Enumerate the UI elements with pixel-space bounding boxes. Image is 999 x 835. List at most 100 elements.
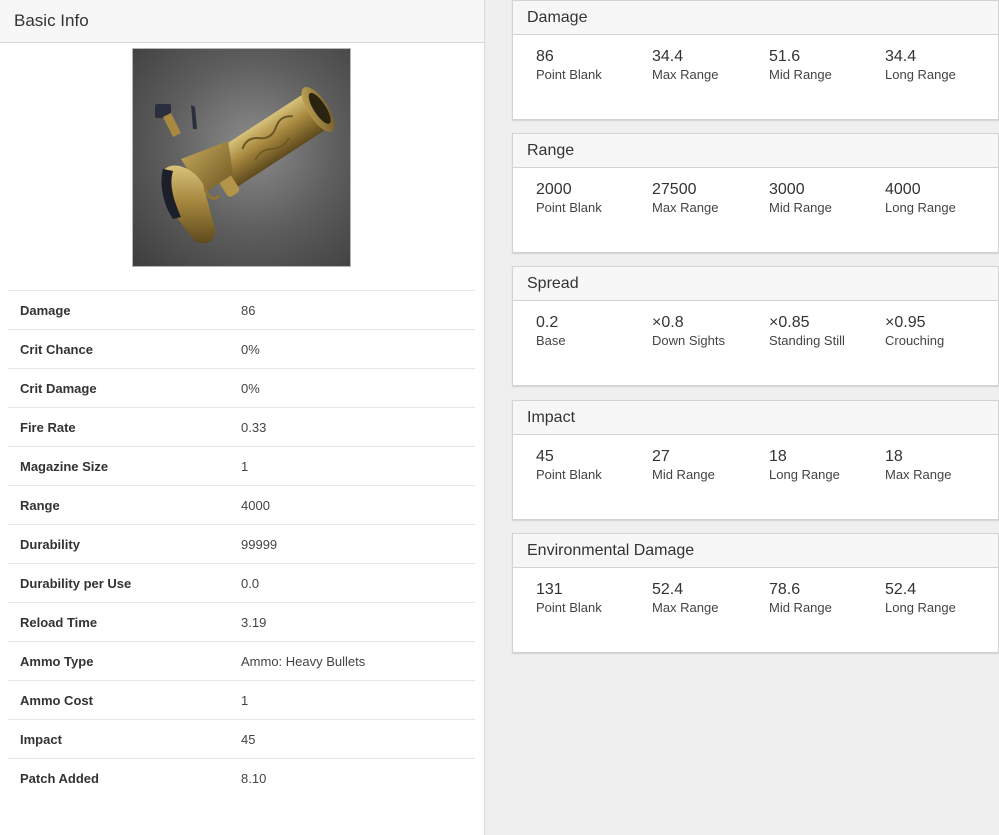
stat-label: Range xyxy=(8,485,241,525)
card-stat-label: Max Range xyxy=(652,600,719,615)
card-stat-value: 4000 xyxy=(885,181,921,198)
stat-label: Durability per Use xyxy=(8,563,241,603)
stat-row: Crit Chance 0% xyxy=(8,329,475,369)
card-stat: 3000 Mid Range xyxy=(769,180,884,216)
stat-row: Impact 45 xyxy=(8,719,475,759)
card-body: 86 Point Blank 34.4 Max Range 51.6 Mid Range 3… xyxy=(513,35,998,119)
stat-row: Damage 86 xyxy=(8,290,475,330)
card-stat-value: 27 xyxy=(652,448,670,465)
stat-value: 0.33 xyxy=(241,407,475,447)
card-stat-label: Long Range xyxy=(885,600,956,615)
card-stat: 34.4 Long Range xyxy=(885,47,999,83)
stat-value: 0.0 xyxy=(241,563,475,603)
card-stat: ×0.95 Crouching xyxy=(885,313,999,349)
card-stat-value: 18 xyxy=(885,448,903,465)
stat-row: Ammo Type Ammo: Heavy Bullets xyxy=(8,641,475,681)
stat-label: Ammo Type xyxy=(8,641,241,681)
card-body: 45 Point Blank 27 Mid Range 18 Long Range 18 Ma… xyxy=(513,435,998,519)
card-stat-label: Standing Still xyxy=(769,333,845,348)
stat-label: Fire Rate xyxy=(8,407,241,447)
card-stat: 52.4 Max Range xyxy=(652,580,767,616)
card-stat-value: 2000 xyxy=(536,181,572,198)
stat-label: Magazine Size xyxy=(8,446,241,486)
stat-label: Damage xyxy=(8,290,241,330)
card-stat-value: 51.6 xyxy=(769,48,801,65)
stat-row: Durability 99999 xyxy=(8,524,475,564)
card-stat-label: Mid Range xyxy=(769,600,832,615)
card-stat-label: Crouching xyxy=(885,333,945,348)
card-stat-value: 27500 xyxy=(652,181,697,198)
card-stat-value: ×0.85 xyxy=(769,314,810,331)
card-stat-label: Down Sights xyxy=(652,333,725,348)
card-stat: 0.2 Base xyxy=(536,313,651,349)
stat-row: Ammo Cost 1 xyxy=(8,680,475,720)
card-stat-value: 86 xyxy=(536,48,554,65)
stat-label: Durability xyxy=(8,524,241,564)
card-title: Damage xyxy=(527,8,588,26)
basic-stats-table: Damage 86 Crit Chance 0% Crit Damage 0% Fire R… xyxy=(8,290,475,797)
card-stat: 27500 Max Range xyxy=(652,180,767,216)
card-stat: 18 Max Range xyxy=(885,447,999,483)
stat-value: 1 xyxy=(241,446,475,486)
card-stat: 78.6 Mid Range xyxy=(769,580,884,616)
card-stat-value: 52.4 xyxy=(885,581,917,598)
impact-card: Impact 45 Point Blank 27 Mid Range 18 Long Ran… xyxy=(512,400,999,520)
basic-info-panel: Basic Info Damage 86 Crit Chance 0% Crit… xyxy=(0,0,485,835)
weapon-image xyxy=(132,48,351,267)
stat-label: Patch Added xyxy=(8,758,241,797)
card-stat-label: Point Blank xyxy=(536,600,602,615)
card-stat-value: 45 xyxy=(536,448,554,465)
card-stat-value: ×0.8 xyxy=(652,314,684,331)
card-stat-value: 52.4 xyxy=(652,581,684,598)
card-title: Impact xyxy=(527,408,576,426)
stat-label: Ammo Cost xyxy=(8,680,241,720)
stat-value: 99999 xyxy=(241,524,475,564)
card-stat-value: 131 xyxy=(536,581,563,598)
card-stat-label: Max Range xyxy=(652,67,719,82)
card-stat: 34.4 Max Range xyxy=(652,47,767,83)
card-title: Environmental Damage xyxy=(527,541,695,559)
card-stat-label: Long Range xyxy=(885,200,956,215)
card-body: 2000 Point Blank 27500 Max Range 3000 Mid Ran… xyxy=(513,168,998,252)
card-body: 131 Point Blank 52.4 Max Range 78.6 Mid Range… xyxy=(513,568,998,652)
card-stat: 2000 Point Blank xyxy=(536,180,651,216)
card-stat-label: Mid Range xyxy=(769,67,832,82)
card-stat: 18 Long Range xyxy=(769,447,884,483)
card-stat: 45 Point Blank xyxy=(536,447,651,483)
stat-row: Magazine Size 1 xyxy=(8,446,475,486)
stat-label: Impact xyxy=(8,719,241,759)
stat-row: Patch Added 8.10 xyxy=(8,758,475,797)
card-stat-label: Base xyxy=(536,333,566,348)
card-stat-value: 78.6 xyxy=(769,581,801,598)
flintlock-pistol-icon xyxy=(155,86,335,244)
card-stat-label: Max Range xyxy=(652,200,719,215)
stat-label: Reload Time xyxy=(8,602,241,642)
card-title: Range xyxy=(527,141,575,159)
environmental-damage-card: Environmental Damage 131 Point Blank 52.4 Ma… xyxy=(512,533,999,653)
stat-value: 8.10 xyxy=(241,758,475,797)
stat-value: 1 xyxy=(241,680,475,720)
stat-value: 86 xyxy=(241,290,475,330)
card-stat-label: Long Range xyxy=(885,67,956,82)
stat-label: Crit Damage xyxy=(8,368,241,408)
card-title: Spread xyxy=(527,274,579,292)
card-stat: 86 Point Blank xyxy=(536,47,651,83)
card-stat-value: ×0.95 xyxy=(885,314,926,331)
card-stat: ×0.8 Down Sights xyxy=(652,313,767,349)
stat-value: 4000 xyxy=(241,485,475,525)
card-header: Spread xyxy=(513,267,998,301)
card-stat-value: 0.2 xyxy=(536,314,559,331)
range-card: Range 2000 Point Blank 27500 Max Range 3000 Mi… xyxy=(512,133,999,253)
spread-card: Spread 0.2 Base ×0.8 Down Sights ×0.85 Standin… xyxy=(512,266,999,386)
stat-value: Ammo: Heavy Bullets xyxy=(241,641,475,681)
basic-info-header: Basic Info xyxy=(0,0,484,43)
card-stat-label: Point Blank xyxy=(536,200,602,215)
card-header: Range xyxy=(513,134,998,168)
card-stat-label: Long Range xyxy=(769,467,840,482)
card-stat: 131 Point Blank xyxy=(536,580,651,616)
stat-row: Reload Time 3.19 xyxy=(8,602,475,642)
card-stat-label: Mid Range xyxy=(769,200,832,215)
stat-row: Fire Rate 0.33 xyxy=(8,407,475,447)
stat-label: Crit Chance xyxy=(8,329,241,369)
damage-card: Damage 86 Point Blank 34.4 Max Range 51.6 Mid … xyxy=(512,0,999,120)
